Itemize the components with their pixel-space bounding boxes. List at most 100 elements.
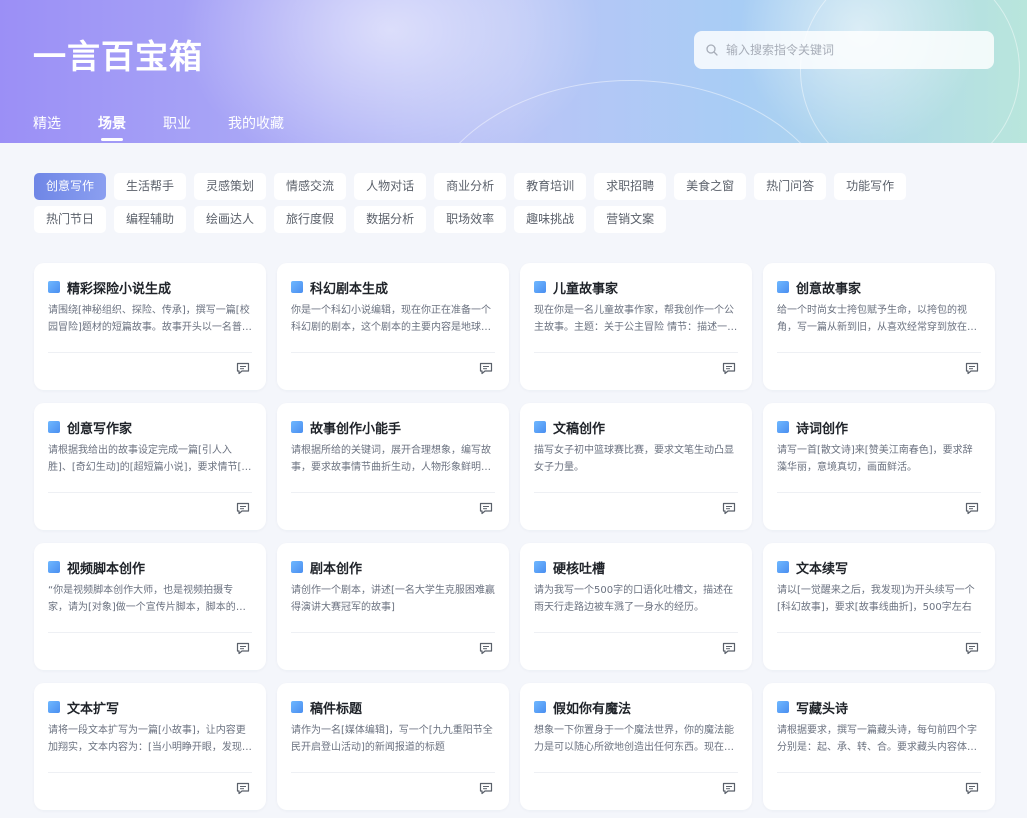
- card-title: 硬核吐槽: [553, 561, 606, 577]
- chat-icon[interactable]: [965, 360, 979, 379]
- chat-icon[interactable]: [236, 500, 250, 519]
- image-icon: [777, 701, 789, 713]
- card-description: 给一个时尚女士挎包赋予生命，以挎包的视角，写一篇从新到旧，从喜欢经常穿到放在角落…: [777, 305, 977, 333]
- card-divider: [48, 772, 252, 773]
- chat-icon[interactable]: [722, 640, 736, 659]
- card-divider: [534, 632, 738, 633]
- category-chip[interactable]: 求职招聘: [594, 173, 667, 200]
- card-description: 请根据所给的关键词，展开合理想象，编写故事，要求故事情节曲折生动，人物形象鲜明，…: [291, 445, 491, 473]
- prompt-card[interactable]: 创意写作家请根据我给出的故事设定完成一篇[引人入胜]、[奇幻生动]的[超短篇小说…: [34, 403, 266, 530]
- search-bar[interactable]: [694, 31, 994, 69]
- category-chip[interactable]: 营销文案: [594, 206, 667, 233]
- category-chip[interactable]: 美食之窗: [674, 173, 747, 200]
- category-chip[interactable]: 绘画达人: [194, 206, 267, 233]
- card-title: 创意故事家: [796, 281, 862, 297]
- nav-tab[interactable]: 场景: [98, 113, 126, 141]
- card-divider: [48, 632, 252, 633]
- card-divider: [777, 632, 981, 633]
- chat-icon[interactable]: [479, 780, 493, 799]
- prompt-card[interactable]: 文稿创作 描写女子初中篮球赛比赛，要求文笔生动凸显女子力量。: [520, 403, 752, 530]
- chat-icon[interactable]: [236, 360, 250, 379]
- image-icon: [777, 421, 789, 433]
- prompt-card[interactable]: 剧本创作 请创作一个剧本，讲述[一名大学生克服困难赢得演讲大赛冠军的故事]: [277, 543, 509, 670]
- search-input[interactable]: [726, 43, 976, 57]
- prompt-card[interactable]: 稿件标题 请作为一名[媒体编辑]，写一个[九九重阳节全民开启登山活动]的新闻报道的…: [277, 683, 509, 810]
- prompt-card[interactable]: 诗词创作请写一首[散文诗]来[赞美江南春色]，要求辞藻华丽，意境真切，画面鲜活。: [763, 403, 995, 530]
- category-chip[interactable]: 商业分析: [434, 173, 507, 200]
- chat-icon[interactable]: [722, 780, 736, 799]
- image-icon: [291, 281, 303, 293]
- card-title: 视频脚本创作: [67, 561, 146, 577]
- image-icon: [534, 561, 546, 573]
- card-title: 文本续写: [796, 561, 849, 577]
- card-title: 文本扩写: [67, 701, 120, 717]
- card-divider: [291, 492, 495, 493]
- nav-tab[interactable]: 我的收藏: [228, 113, 284, 141]
- chat-icon[interactable]: [722, 500, 736, 519]
- prompt-card[interactable]: 精彩探险小说生成 请围绕[神秘组织、探险、传承]，撰写一篇[校园冒险]题材的短篇故…: [34, 263, 266, 390]
- card-divider: [291, 632, 495, 633]
- card-description: 描写女子初中篮球赛比赛，要求文笔生动凸显女子力量。: [534, 445, 734, 473]
- chat-icon[interactable]: [236, 780, 250, 799]
- chat-icon[interactable]: [236, 640, 250, 659]
- category-chip[interactable]: 旅行度假: [274, 206, 347, 233]
- prompt-card[interactable]: 假如你有魔法 想象一下你置身于一个魔法世界，你的魔法能力是可以随心所欲地创造出任何…: [520, 683, 752, 810]
- card-divider: [534, 352, 738, 353]
- category-chip[interactable]: 数据分析: [354, 206, 427, 233]
- card-divider: [777, 492, 981, 493]
- nav-tab[interactable]: 精选: [33, 113, 61, 141]
- app-logo: 一言百宝箱: [33, 37, 203, 76]
- category-chip[interactable]: 编程辅助: [114, 206, 187, 233]
- image-icon: [48, 281, 60, 293]
- card-divider: [777, 772, 981, 773]
- prompt-card[interactable]: 文本续写 请以[一觉醒来之后，我发现]为开头续写一个[科幻故事]，要求[故事线曲折…: [763, 543, 995, 670]
- category-chip[interactable]: 趣味挑战: [514, 206, 587, 233]
- card-divider: [291, 772, 495, 773]
- card-title: 创意写作家: [67, 421, 133, 437]
- card-title: 故事创作小能手: [310, 421, 402, 437]
- image-icon: [777, 281, 789, 293]
- card-description: 请写一首[散文诗]来[赞美江南春色]，要求辞藻华丽，意境真切，画面鲜活。: [777, 445, 973, 473]
- prompt-card[interactable]: 儿童故事家 现在你是一名儿童故事作家，帮我创作一个公主故事。主题：关于公主冒险 情…: [520, 263, 752, 390]
- category-chip[interactable]: 人物对话: [354, 173, 427, 200]
- category-chip[interactable]: 热门节日: [34, 206, 107, 233]
- nav-tab[interactable]: 职业: [163, 113, 191, 141]
- card-description: 你是一个科幻小说编辑，现在你正在准备一个科幻剧的剧本，这个剧本的主要内容是地球人…: [291, 305, 491, 333]
- category-chip[interactable]: 灵感策划: [194, 173, 267, 200]
- prompt-card[interactable]: 创意故事家给一个时尚女士挎包赋予生命，以挎包的视角，写一篇从新到旧，从喜欢经常穿…: [763, 263, 995, 390]
- search-icon: [706, 44, 718, 56]
- card-title: 诗词创作: [796, 421, 849, 437]
- card-title: 精彩探险小说生成: [67, 281, 172, 297]
- card-title: 儿童故事家: [553, 281, 619, 297]
- prompt-card[interactable]: 文本扩写请将一段文本扩写为一篇[小故事]，让内容更加翔实，文本内容为：[当小明睁…: [34, 683, 266, 810]
- prompt-card[interactable]: 科幻剧本生成 你是一个科幻小说编辑，现在你正在准备一个科幻剧的剧本，这个剧本的主要…: [277, 263, 509, 390]
- image-icon: [48, 701, 60, 713]
- chat-icon[interactable]: [479, 500, 493, 519]
- category-chip[interactable]: 职场效率: [434, 206, 507, 233]
- chat-icon[interactable]: [965, 640, 979, 659]
- prompt-card[interactable]: 写藏头诗 请根据要求，撰写一篇藏头诗，每句前四个字分别是：起、承、转、合。要求藏头…: [763, 683, 995, 810]
- chat-icon[interactable]: [965, 500, 979, 519]
- card-description: 请根据我给出的故事设定完成一篇[引人入胜]、[奇幻生动]的[超短篇小说]，要求情…: [48, 445, 252, 473]
- prompt-card[interactable]: 硬核吐槽 请为我写一个500字的口语化吐槽文，描述在雨天行走路边被车溅了一身水的经…: [520, 543, 752, 670]
- category-chip[interactable]: 生活帮手: [114, 173, 187, 200]
- card-description: 请创作一个剧本，讲述[一名大学生克服困难赢得演讲大赛冠军的故事]: [291, 585, 495, 613]
- prompt-card[interactable]: 视频脚本创作 “你是视频脚本创作大师，也是视频拍摄专家，请为[对象]做一个宣传片脚…: [34, 543, 266, 670]
- chat-icon[interactable]: [965, 780, 979, 799]
- category-chip[interactable]: 情感交流: [274, 173, 347, 200]
- chat-icon[interactable]: [722, 360, 736, 379]
- image-icon: [534, 701, 546, 713]
- prompt-card-grid: 精彩探险小说生成 请围绕[神秘组织、探险、传承]，撰写一篇[校园冒险]题材的短篇故…: [34, 263, 995, 810]
- category-chip[interactable]: 热门问答: [754, 173, 827, 200]
- prompt-card[interactable]: 故事创作小能手请根据所给的关键词，展开合理想象，编写故事，要求故事情节曲折生动，…: [277, 403, 509, 530]
- category-chip[interactable]: 教育培训: [514, 173, 587, 200]
- category-filter: 创意写作 生活帮手 灵感策划 情感交流 人物对话 商业分析 教育培训 求职招聘 美食之窗 热门问答…: [34, 173, 979, 239]
- card-description: 请将一段文本扩写为一篇[小故事]，让内容更加翔实，文本内容为：[当小明睁开眼，发…: [48, 725, 252, 753]
- chat-icon[interactable]: [479, 640, 493, 659]
- card-divider: [291, 352, 495, 353]
- category-chip[interactable]: 创意写作: [34, 173, 107, 200]
- chat-icon[interactable]: [479, 360, 493, 379]
- card-divider: [777, 352, 981, 353]
- category-chip[interactable]: 功能写作: [834, 173, 907, 200]
- card-divider: [534, 492, 738, 493]
